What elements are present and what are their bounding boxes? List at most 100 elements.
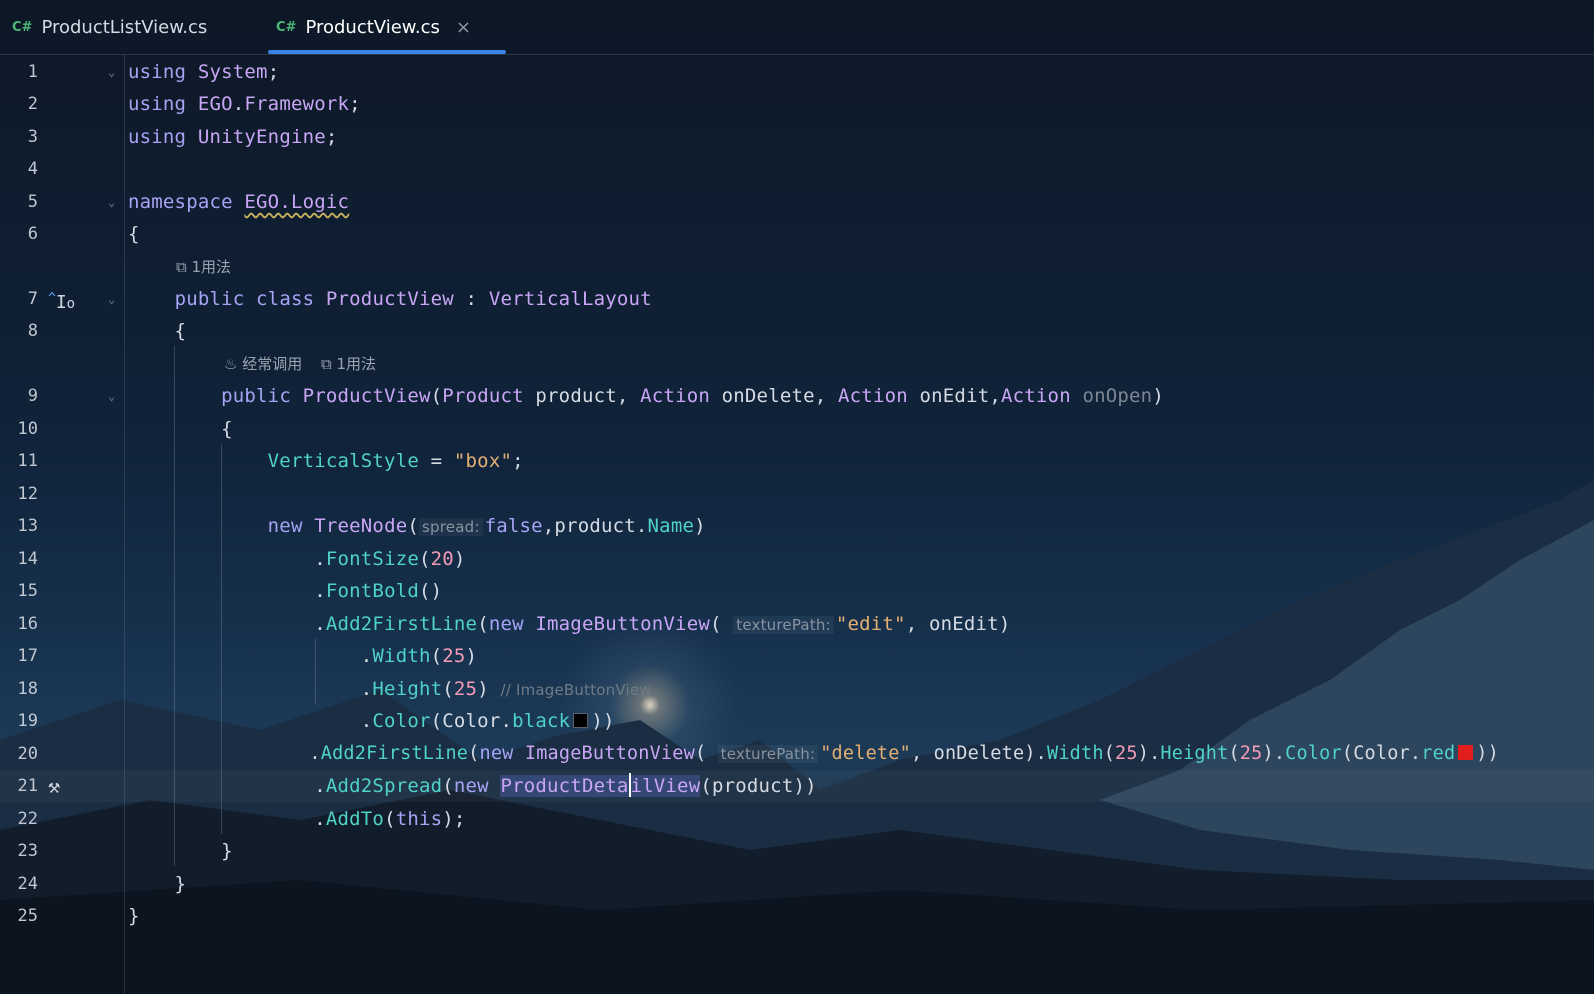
code-text: .Color(Color.black))	[128, 710, 615, 732]
code-line: 1 ⌄ using System;	[0, 56, 1594, 88]
code-text: .Width(25)	[128, 645, 478, 667]
code-text: .Add2FirstLine(new ImageButtonView( text…	[128, 613, 1011, 635]
code-line: 23 }	[0, 835, 1594, 867]
csharp-file-icon: C#	[276, 19, 297, 35]
code-line: 7 ^Io ⌄ public class ProductView : Verti…	[0, 283, 1594, 315]
tab-label: ProductView.cs	[305, 16, 440, 38]
code-text: public class ProductView : VerticalLayou…	[174, 288, 652, 310]
code-text: namespace EGO.Logic	[128, 191, 350, 213]
line-number: 18	[17, 679, 38, 699]
code-text: .FontBold()	[128, 580, 443, 602]
tab-productview[interactable]: C# ProductView.cs ×	[264, 0, 506, 54]
code-line: 3 using UnityEngine;	[0, 121, 1594, 153]
fold-icon[interactable]: ⌄	[108, 186, 115, 218]
code-text: }	[128, 905, 140, 927]
code-line: 12	[0, 478, 1594, 510]
code-line: 17 .Width(25)	[0, 640, 1594, 672]
color-swatch[interactable]	[573, 713, 589, 728]
param-hint: texturePath:	[733, 616, 834, 634]
line-number: 3	[27, 127, 38, 147]
line-number: 10	[17, 419, 38, 439]
line-number: 21	[17, 776, 38, 796]
code-text: {	[128, 418, 233, 440]
param-hint: spread:	[419, 518, 483, 536]
editor-tab-bar: C# ProductListView.cs C# ProductView.cs …	[0, 0, 1594, 55]
code-line: 11 VerticalStyle = "box";	[0, 445, 1594, 477]
inline-comment: // ImageButtonView	[500, 681, 652, 699]
fold-icon[interactable]: ⌄	[108, 56, 115, 88]
code-line: 25 }	[0, 900, 1594, 932]
line-number: 4	[27, 159, 38, 179]
text-caret	[628, 773, 631, 797]
line-number: 25	[17, 906, 38, 926]
line-number: 14	[17, 549, 38, 569]
code-text: VerticalStyle = "box";	[267, 450, 524, 472]
code-line-current: 21 ⚒ .Add2Spread(new ProductDeta ilView(p…	[0, 770, 1594, 802]
code-text: using UnityEngine;	[128, 126, 338, 148]
code-text: }	[128, 840, 233, 862]
code-text: public ProductView(Product product, Acti…	[221, 385, 1164, 407]
code-line: 20 .Add2FirstLine(new ImageButtonView( t…	[0, 738, 1594, 770]
line-number: 20	[17, 744, 38, 764]
code-text: .Add2FirstLine(new ImageButtonView( text…	[128, 743, 1499, 764]
code-text: .Height(25) // ImageButtonView	[128, 678, 652, 700]
line-number: 19	[17, 711, 38, 731]
code-line: 13 new TreeNode(spread: false,product.Nam…	[0, 510, 1594, 542]
code-line: 18 .Height(25) // ImageButtonView	[0, 673, 1594, 705]
line-number: 23	[17, 841, 38, 861]
tab-label: ProductListView.cs	[41, 16, 208, 38]
code-line: 5 ⌄ namespace EGO.Logic	[0, 186, 1594, 218]
usage-hint[interactable]: ⧉ 1用法	[176, 251, 231, 283]
code-text: .AddTo(this);	[128, 808, 466, 830]
line-number: 16	[17, 614, 38, 634]
code-line: 6 {	[0, 218, 1594, 250]
line-number: 9	[27, 386, 38, 406]
line-number: 13	[17, 516, 38, 536]
line-number: 6	[27, 224, 38, 244]
frequent-call-hint[interactable]: ♨ 经常调用	[224, 348, 302, 380]
code-line: 9 ⌄ public ProductView(Product product, …	[0, 380, 1594, 412]
code-line: 14 .FontSize(20)	[0, 543, 1594, 575]
code-text: .FontSize(20)	[128, 548, 466, 570]
code-text: .Add2Spread(new ProductDeta ilView(produc…	[128, 773, 817, 797]
code-text: using EGO.Framework;	[128, 93, 361, 115]
code-editor[interactable]: 1 ⌄ using System; 2 using EGO.Framework;…	[0, 54, 1594, 994]
tab-productlistview[interactable]: C# ProductListView.cs	[0, 0, 264, 54]
usage-hint[interactable]: ⧉ 1用法	[321, 348, 376, 380]
color-swatch[interactable]	[1458, 745, 1474, 760]
code-text: }	[128, 873, 187, 895]
external-link-icon: ⧉	[321, 355, 332, 373]
line-number: 22	[17, 809, 38, 829]
line-number: 7	[27, 289, 38, 309]
code-line: 10 {	[0, 413, 1594, 445]
line-number: 12	[17, 484, 38, 504]
code-line: 15 .FontBold()	[0, 575, 1594, 607]
param-hint: texturePath:	[717, 745, 819, 763]
code-text: new TreeNode(spread: false,product.Name)	[267, 515, 706, 537]
csharp-file-icon: C#	[12, 19, 33, 35]
line-number: 8	[27, 321, 38, 341]
line-number: 17	[17, 646, 38, 666]
code-line: 2 using EGO.Framework;	[0, 88, 1594, 120]
code-line: 19 .Color(Color.black))	[0, 705, 1594, 737]
code-line: 8 {	[0, 315, 1594, 347]
code-text: using System;	[128, 61, 280, 83]
line-number: 2	[27, 94, 38, 114]
line-number: 5	[27, 192, 38, 212]
fold-icon[interactable]: ⌄	[108, 283, 115, 315]
code-line: 16 .Add2FirstLine(new ImageButtonView( t…	[0, 608, 1594, 640]
fold-icon[interactable]: ⌄	[108, 380, 115, 412]
code-text: {	[128, 223, 140, 245]
close-icon[interactable]: ×	[456, 17, 471, 38]
code-line: 4	[0, 153, 1594, 185]
external-link-icon: ⧉	[176, 258, 187, 276]
code-line: 24 }	[0, 868, 1594, 900]
line-number: 24	[17, 874, 38, 894]
code-line: 22 .AddTo(this);	[0, 803, 1594, 835]
hammer-icon[interactable]: ⚒	[48, 770, 60, 802]
flame-icon: ♨	[224, 355, 238, 373]
line-number: 11	[17, 451, 38, 471]
code-text: {	[128, 320, 187, 342]
line-number: 15	[17, 581, 38, 601]
line-number: 1	[27, 62, 38, 82]
